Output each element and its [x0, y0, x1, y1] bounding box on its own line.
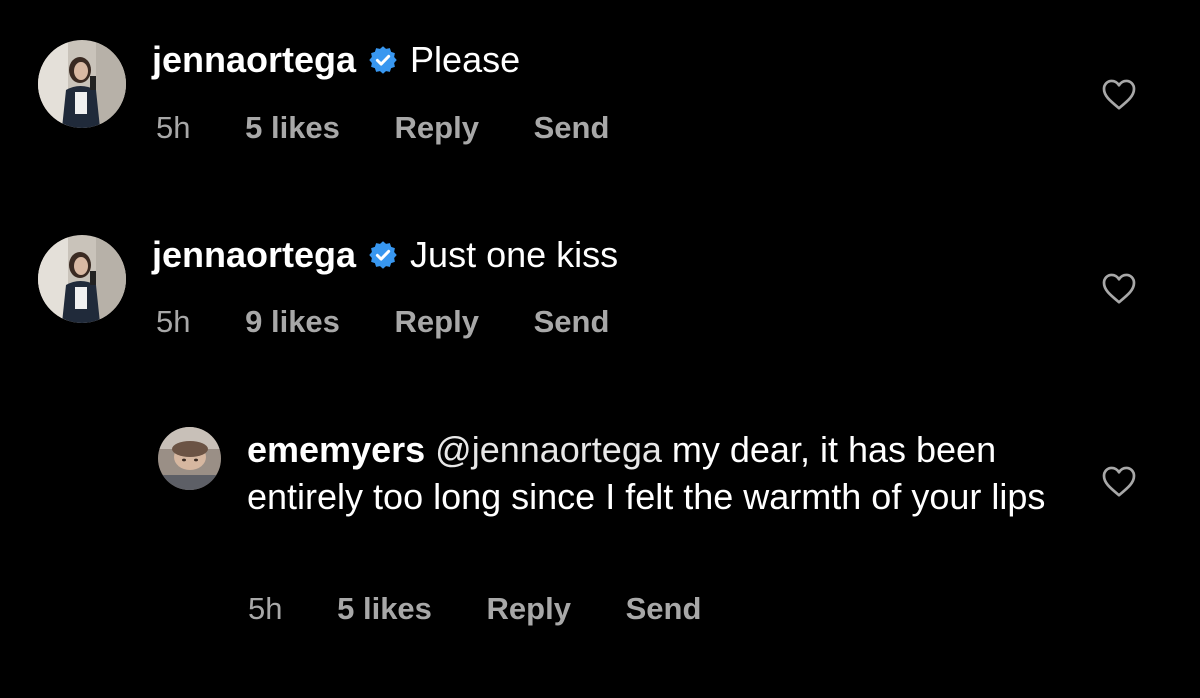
comment-time: 5h	[248, 591, 283, 626]
comment-text: Please	[410, 39, 521, 80]
send-button[interactable]: Send	[534, 304, 610, 339]
likes-count[interactable]: 5 likes	[245, 110, 340, 145]
comments-thread: jennaortega Please 5h 5 likes Reply Send	[0, 0, 1200, 698]
reply-button[interactable]: Reply	[395, 304, 479, 339]
heart-outline-icon[interactable]	[1101, 77, 1137, 111]
comment-time: 5h	[156, 304, 191, 339]
username[interactable]: jennaortega	[152, 233, 356, 277]
avatar[interactable]	[38, 235, 126, 323]
heart-outline-icon[interactable]	[1101, 271, 1137, 305]
username[interactable]: ememyers	[247, 429, 425, 470]
heart-outline-icon[interactable]	[1101, 464, 1137, 498]
send-button[interactable]: Send	[534, 110, 610, 145]
send-button[interactable]: Send	[626, 591, 702, 626]
username[interactable]: jennaortega	[152, 38, 356, 82]
reply-button[interactable]: Reply	[395, 110, 479, 145]
comment-text: Just one kiss	[410, 234, 619, 275]
reply-button[interactable]: Reply	[487, 591, 571, 626]
avatar[interactable]	[38, 40, 126, 128]
comment-time: 5h	[156, 110, 191, 145]
likes-count[interactable]: 9 likes	[245, 304, 340, 339]
avatar[interactable]	[158, 427, 221, 490]
verified-badge-icon	[369, 46, 397, 74]
mention-link[interactable]: @jennaortega	[435, 429, 662, 470]
verified-badge-icon	[369, 241, 397, 269]
likes-count[interactable]: 5 likes	[337, 591, 432, 626]
